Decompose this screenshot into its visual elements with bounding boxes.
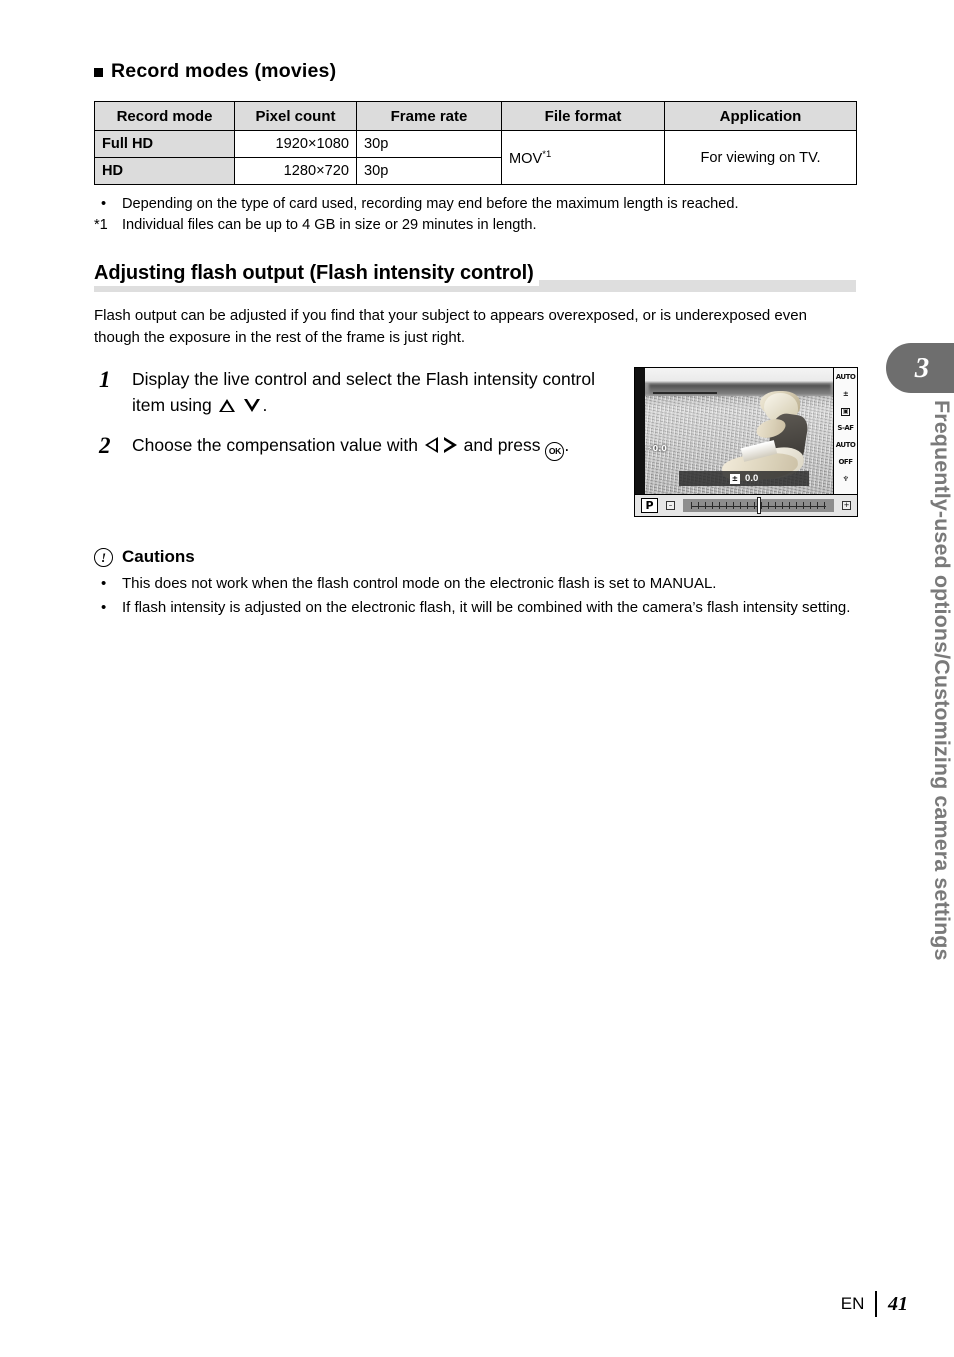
chapter-title: Frequently-used options/Customizing came… (930, 400, 954, 961)
manual-page: Record modes (movies) Record mode Pixel … (0, 0, 954, 1357)
left-triangle-icon (424, 437, 438, 454)
step-number: 2 (99, 432, 111, 458)
footnote-mark: *1 (94, 217, 108, 234)
col-header-frame-rate: Frame rate (356, 101, 502, 131)
topic-heading-label: Adjusting flash output (Flash intensity … (94, 260, 539, 287)
step-text-before: Choose the compensation value with (132, 434, 419, 455)
caution-item: • If flash intensity is adjusted on the … (94, 597, 856, 618)
horizon-line (652, 392, 718, 395)
table-notes: • Depending on the type of card used, re… (94, 194, 856, 235)
page-number: 41 (888, 1292, 908, 1315)
page-content: Record modes (movies) Record mode Pixel … (94, 60, 858, 620)
caution-bullet: • (101, 598, 107, 616)
af-mode-icon[interactable]: S-AF (836, 420, 856, 437)
step-text-before: Display the live control and select the … (132, 369, 596, 416)
topic-heading: Adjusting flash output (Flash intensity … (94, 260, 856, 294)
face-detect-off-icon[interactable]: OFF (836, 454, 856, 471)
cautions-heading: ! Cautions (94, 547, 856, 567)
col-header-application: Application (664, 101, 857, 131)
col-header-file-format: File format (501, 101, 665, 131)
camera-screen-illustration: ⚡0.0 AUTO ± ▣ S-AF AUTO OFF ♆ ± 0.0 P – … (634, 367, 858, 518)
exposure-cursor (756, 497, 761, 515)
flash-auto-icon[interactable]: AUTO (836, 369, 856, 386)
steps-list: 1 Display the live control and select th… (94, 367, 624, 461)
cell-pixel-count: 1920×1080 (234, 130, 357, 158)
up-triangle-icon (218, 398, 235, 412)
flash-auto-label: AUTO (835, 373, 856, 382)
step-number: 1 (99, 367, 111, 393)
flash-compensation-label: ± (842, 390, 849, 399)
step-item: 2 Choose the compensation value with and… (94, 433, 624, 461)
cell-file-format: MOV*1 (501, 130, 665, 185)
exposure-scale (683, 497, 834, 515)
flash-overlay-value: 0.0 (652, 444, 667, 454)
caution-exclamation-icon: ! (94, 547, 113, 567)
face-detect-label: OFF (838, 458, 853, 467)
shooting-mode-badge: P (641, 498, 658, 514)
cell-application: For viewing on TV. (664, 130, 857, 185)
live-control-sidebar[interactable]: AUTO ± ▣ S-AF AUTO OFF ♆ (833, 368, 857, 496)
step-text: Display the live control and select the … (132, 367, 624, 418)
step-text-after: . (262, 395, 268, 416)
file-format-text: MOV (509, 150, 543, 167)
flash-intensity-osd: ± 0.0 (679, 471, 809, 487)
metering-label: ▣ (840, 407, 851, 416)
camera-status-bar: P – + (635, 494, 857, 517)
section-heading-label: Record modes (movies) (111, 60, 337, 82)
flash-intensity-value: 0.0 (745, 473, 759, 485)
step-text-after: . (564, 434, 570, 455)
down-triangle-icon (243, 398, 260, 412)
flash-compensation-overlay: ⚡0.0 (647, 444, 667, 453)
white-balance-auto-icon[interactable]: AUTO (836, 437, 856, 454)
movie-sound-glyph: ♆ (842, 475, 849, 484)
note-bullet: • (101, 196, 107, 212)
square-bullet-icon (94, 68, 103, 77)
record-modes-table: Record mode Pixel count Frame rate File … (94, 101, 857, 185)
col-header-record-mode: Record mode (94, 101, 235, 131)
caution-text: If flash intensity is adjusted on the el… (122, 598, 851, 616)
flash-compensation-icon[interactable]: ± (836, 386, 856, 403)
af-mode-label: S-AF (837, 424, 854, 433)
exposure-minus-icon: – (666, 501, 675, 511)
section-heading: Record modes (movies) (94, 60, 856, 83)
footer-language: EN (840, 1294, 865, 1313)
table-row: Full HD 1920×1080 30p MOV*1 For viewing … (94, 130, 857, 185)
exposure-plus-icon: + (842, 501, 851, 511)
cell-frame-rate: 30p (356, 130, 502, 158)
white-balance-label: AUTO (835, 441, 856, 450)
flash-intensity-badge-icon: ± (729, 473, 741, 484)
note-item: *1 Individual files can be up to 4 GB in… (94, 215, 856, 235)
metering-icon[interactable]: ▣ (836, 403, 856, 420)
cautions-section: ! Cautions • This does not work when the… (94, 547, 856, 618)
steps-area: 1 Display the live control and select th… (94, 367, 858, 518)
footnote-text: Individual files can be up to 4 GB in si… (122, 217, 537, 234)
chapter-number: 3 (914, 351, 930, 384)
cautions-list: • This does not work when the flash cont… (94, 573, 856, 618)
caution-text: This does not work when the flash contro… (122, 575, 717, 593)
chapter-tab: 3 (886, 343, 954, 393)
page-footer: EN 41 (841, 1291, 908, 1317)
right-triangle-icon (443, 437, 457, 454)
file-format-footnote-mark: *1 (542, 148, 552, 160)
note-item: • Depending on the type of card used, re… (94, 194, 856, 214)
caution-bullet: • (101, 575, 107, 593)
ok-button-icon: OK (545, 441, 565, 461)
cell-record-mode: HD (94, 157, 235, 185)
step-text: Choose the compensation value with and p… (132, 433, 624, 461)
table-header-row: Record mode Pixel count Frame rate File … (94, 101, 857, 131)
step-item: 1 Display the live control and select th… (94, 367, 624, 418)
caution-item: • This does not work when the flash cont… (94, 573, 856, 594)
cell-record-mode: Full HD (94, 130, 235, 158)
topic-intro: Flash output can be adjusted if you find… (94, 307, 807, 347)
cautions-heading-label: Cautions (122, 547, 195, 567)
movie-sound-icon[interactable]: ♆ (836, 471, 856, 488)
step-text-middle: and press (463, 434, 541, 455)
col-header-pixel-count: Pixel count (234, 101, 357, 131)
cell-pixel-count: 1280×720 (234, 157, 357, 185)
cell-frame-rate: 30p (356, 157, 502, 185)
note-text: Depending on the type of card used, reco… (122, 196, 739, 212)
